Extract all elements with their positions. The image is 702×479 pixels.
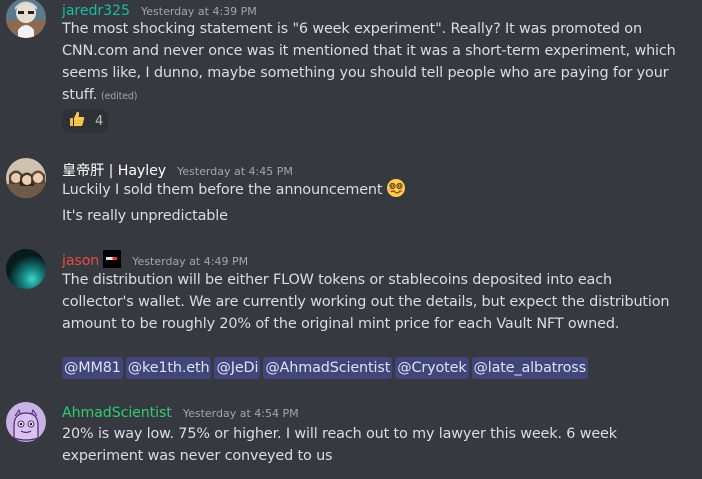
author-name[interactable]: jason (62, 253, 99, 269)
message-text: stuff. (62, 87, 98, 103)
timestamp: Yesterday at 4:39 PM (141, 5, 257, 18)
mention-row: @MM81 @ke1th.eth @JeDi @AhmadScientist @Cryo… (62, 357, 690, 379)
server-badge-icon (103, 250, 122, 268)
avatar[interactable] (6, 0, 46, 38)
message-line: It's really unpredictable (62, 208, 228, 224)
timestamp: Yesterday at 4:45 PM (177, 165, 293, 178)
woozy-face-icon (386, 178, 406, 205)
message-line: experiment was never conveyed to us (62, 448, 333, 464)
avatar[interactable] (6, 158, 46, 198)
message-line: The distribution will be either FLOW tok… (62, 272, 612, 288)
mention-jedi[interactable]: @JeDi (214, 357, 261, 379)
chat-message-list: jaredr325 Yesterday at 4:39 PM The most … (0, 0, 702, 479)
mention-late-albatross[interactable]: @late_albatross (471, 357, 588, 379)
message-text: Luckily I sold them before the announcem… (62, 182, 383, 198)
mention-mm81[interactable]: @MM81 (62, 357, 123, 379)
message-line: amount to be roughly 20% of the original… (62, 316, 620, 332)
author-name[interactable]: jaredr325 (62, 3, 130, 19)
message-line: collector's wallet. We are currently wor… (62, 294, 670, 310)
message-line-last: stuff. (edited) (62, 84, 690, 108)
avatar[interactable] (6, 249, 46, 289)
message-line: CNN.com and never once was it mentioned … (62, 43, 676, 59)
edited-label: (edited) (101, 91, 138, 102)
timestamp: Yesterday at 4:49 PM (132, 255, 249, 268)
author-name[interactable]: 皇帝肝 | Hayley (62, 163, 166, 179)
mention-ke1th[interactable]: @ke1th.eth (125, 357, 212, 379)
avatar[interactable] (6, 402, 46, 442)
reaction-count: 4 (95, 113, 104, 129)
mention-cryotek[interactable]: @Cryotek (395, 357, 469, 379)
message-line: The most shocking statement is "6 week e… (62, 21, 642, 37)
reaction-thumbs-up[interactable]: 4 (62, 109, 108, 133)
mention-ahmadscientist[interactable]: @AhmadScientist (263, 357, 393, 379)
message-line: Luckily I sold them before the announcem… (62, 178, 690, 205)
message-line: 20% is way low. 75% or higher. I will re… (62, 426, 617, 442)
author-name[interactable]: AhmadScientist (62, 405, 172, 421)
timestamp: Yesterday at 4:54 PM (182, 407, 299, 420)
thumbs-up-icon (68, 110, 86, 132)
message-line: seems like, I dunno, maybe something you… (62, 65, 669, 81)
